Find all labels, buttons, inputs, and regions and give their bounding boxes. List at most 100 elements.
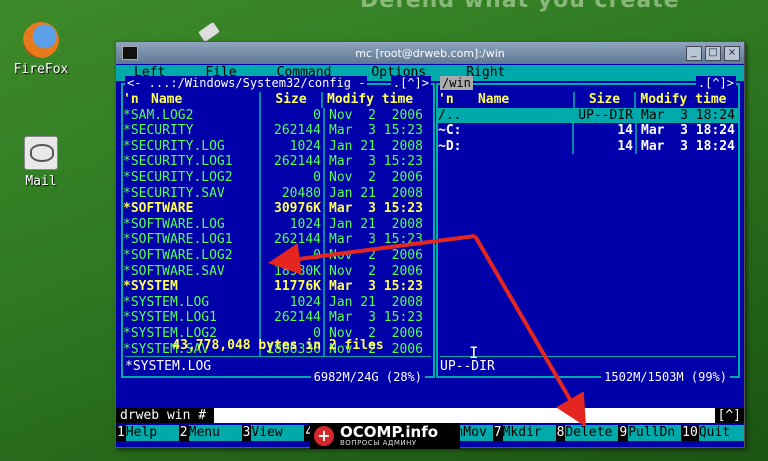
file-name: ~D:	[438, 138, 462, 154]
file-name: *SECURITY.LOG1	[123, 154, 233, 170]
file-modify-time: Mar 3 15:23	[329, 123, 423, 139]
fkey-number: 2	[178, 425, 189, 441]
file-name: *SECURITY.SAV	[123, 185, 225, 201]
right-panel[interactable]: /win .[^]> 'n Name Size Modify time /.. U…	[436, 76, 740, 384]
mc-window: mc [root@drweb.com]:/win _ □ × Left File…	[115, 41, 745, 448]
fkey-view[interactable]: 3 View	[241, 425, 305, 441]
command-line[interactable]: drweb win # [^]	[116, 408, 744, 423]
file-row[interactable]: *SAM.LOG2 0 Nov 2 2006	[123, 107, 433, 124]
file-size: 1024	[289, 294, 321, 310]
maximize-button[interactable]: □	[705, 46, 721, 61]
file-row[interactable]: ~C: 14 Mar 3 18:24	[438, 123, 738, 139]
fkey-pulldn[interactable]: 9 PullDn	[618, 425, 682, 441]
command-input[interactable]	[214, 408, 715, 423]
file-row[interactable]: *SOFTWARE.SAV 18980K Nov 2 2006	[123, 263, 433, 280]
file-name: *SECURITY	[123, 123, 194, 139]
file-modify-time: Jan 21 2008	[329, 294, 423, 310]
file-size: 0	[313, 107, 321, 123]
fkey-mkdir[interactable]: 7 Mkdir	[492, 425, 556, 441]
right-panel-corner[interactable]: .[^]>	[695, 76, 736, 90]
file-row[interactable]: *SECURITY.LOG 1024 Jan 21 2008	[123, 138, 433, 155]
file-modify-time: Mar 3 18:24	[641, 107, 735, 123]
file-name: *SECURITY.LOG	[123, 138, 225, 154]
fkey-menu[interactable]: 2 Menu	[178, 425, 242, 441]
fkey-label: View	[251, 425, 305, 441]
file-row[interactable]: *SECURITY.SAV 20480 Jan 21 2008	[123, 185, 433, 202]
file-row[interactable]: *SECURITY.LOG1 262144 Mar 3 15:23	[123, 154, 433, 170]
file-size: 14	[617, 138, 634, 154]
file-modify-time: Nov 2 2006	[329, 169, 423, 185]
fkey-label: PullDn	[628, 425, 682, 441]
header-modify[interactable]: Modify time	[636, 92, 738, 108]
fkey-number: 3	[241, 425, 252, 441]
left-panel-path[interactable]: <- ...:/Windows/System32/config -	[125, 76, 368, 90]
file-size: 18980K	[274, 263, 321, 279]
file-row[interactable]: /.. UP--DIR Mar 3 18:24	[438, 107, 738, 124]
window-title: mc [root@drweb.com]:/win	[355, 46, 505, 60]
file-name: *SOFTWARE.SAV	[123, 263, 225, 279]
file-row[interactable]: *SOFTWARE.LOG2 0 Nov 2 2006	[123, 247, 433, 264]
fkey-number: 1	[116, 425, 126, 441]
command-history-bracket[interactable]: [^]	[715, 408, 744, 423]
plus-icon: +	[314, 426, 334, 446]
file-row[interactable]: *SOFTWARE.LOG1 262144 Mar 3 15:23	[123, 232, 433, 248]
desktop-icon-mail[interactable]: Mail	[6, 136, 76, 189]
header-n[interactable]: 'n	[123, 92, 141, 108]
file-modify-time: Mar 3 18:24	[641, 123, 735, 139]
file-name: *SECURITY.LOG2	[123, 169, 233, 185]
file-modify-time: Mar 3 15:23	[329, 154, 423, 170]
file-row[interactable]: *SOFTWARE 30976K Mar 3 15:23	[123, 201, 433, 217]
file-name: ~C:	[438, 123, 462, 139]
header-n[interactable]: 'n	[438, 92, 456, 108]
file-modify-time: Mar 3 15:23	[329, 310, 423, 326]
left-panel-header: 'n Name Size Modify time	[123, 92, 433, 108]
desktop-icon-firefox[interactable]: FireFox	[6, 22, 76, 77]
file-size: 1024	[289, 216, 321, 232]
file-row[interactable]: ~D: 14 Mar 3 18:24	[438, 138, 738, 155]
file-modify-time: Jan 21 2008	[329, 216, 423, 232]
file-name: *SOFTWARE.LOG1	[123, 232, 233, 248]
file-size: 0	[313, 247, 321, 263]
file-row[interactable]: *SECURITY.LOG2 0 Nov 2 2006	[123, 169, 433, 186]
minimize-button[interactable]: _	[686, 46, 702, 61]
left-panel-summary: 43,778,048 bytes in 2 files	[172, 338, 384, 353]
file-modify-time: Nov 2 2006	[329, 263, 423, 279]
left-panel-corner[interactable]: .[^]>	[390, 76, 431, 90]
file-size: 30976K	[274, 201, 321, 217]
close-button[interactable]: ×	[724, 46, 740, 61]
fkey-number: 9	[618, 425, 629, 441]
fkey-help[interactable]: 1 Help	[116, 425, 179, 441]
left-file-list: *SAM.LOG2 0 Nov 2 2006 *SECURITY 262144 Mar 3…	[123, 107, 433, 358]
file-modify-time: Nov 2 2006	[329, 107, 423, 123]
header-name[interactable]: Name	[141, 92, 259, 108]
file-modify-time: Jan 21 2008	[329, 185, 423, 201]
fkey-label: Mkdir	[502, 425, 556, 441]
fkey-delete[interactable]: 8 Delete	[555, 425, 619, 441]
watermark: + OCOMP.info ВОПРОСЫ АДМИНУ	[310, 423, 460, 449]
file-row[interactable]: *SECURITY 262144 Mar 3 15:23	[123, 123, 433, 139]
fkey-number: 8	[555, 425, 566, 441]
file-size: 262144	[274, 123, 321, 139]
file-name: *SAM.LOG2	[123, 107, 194, 123]
desktop-banner: Defend what you create	[360, 0, 680, 13]
file-row[interactable]: *SYSTEM.LOG 1024 Jan 21 2008	[123, 294, 433, 311]
header-size[interactable]: Size	[575, 92, 635, 108]
window-titlebar[interactable]: mc [root@drweb.com]:/win _ □ ×	[116, 42, 744, 64]
file-row[interactable]: *SOFTWARE.LOG 1024 Jan 21 2008	[123, 216, 433, 233]
terminal-area: Left File Command Options Right <- ...:/…	[116, 65, 744, 447]
header-name[interactable]: Name	[456, 92, 573, 108]
file-size: 262144	[274, 154, 321, 170]
plug-icon	[198, 21, 220, 43]
file-size: 20480	[281, 185, 321, 201]
fkey-label: Quit	[698, 425, 744, 441]
file-row[interactable]: *SYSTEM 11776K Mar 3 15:23	[123, 279, 433, 295]
fkey-quit[interactable]: 10 Quit	[681, 425, 744, 441]
fkey-number: 10	[681, 425, 699, 441]
file-size: 0	[313, 169, 321, 185]
header-size[interactable]: Size	[261, 92, 321, 108]
header-modify[interactable]: Modify time	[323, 92, 425, 108]
file-size: 262144	[274, 232, 321, 248]
file-row[interactable]: *SYSTEM.LOG1 262144 Mar 3 15:23	[123, 310, 433, 326]
right-panel-path[interactable]: /win	[440, 76, 473, 90]
left-panel[interactable]: <- ...:/Windows/System32/config - .[^]> …	[121, 76, 435, 384]
